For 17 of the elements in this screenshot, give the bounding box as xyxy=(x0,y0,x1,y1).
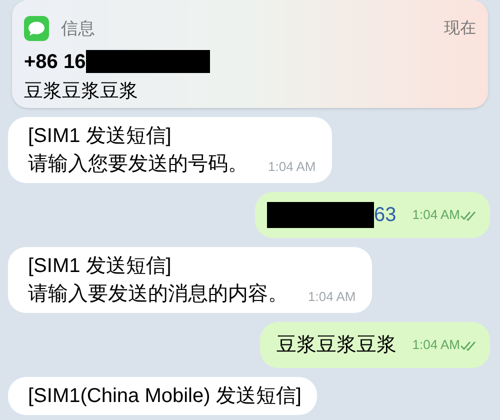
sender-number: +86 16 xyxy=(24,50,86,74)
phone-link[interactable]: 63 xyxy=(374,200,396,230)
message-text: [SIM1 发送短信] xyxy=(28,124,172,149)
message-time: 1:04 AM xyxy=(268,158,316,176)
messages-app-icon xyxy=(24,16,49,42)
message-text: [SIM1(China Mobile) 发送短信] xyxy=(28,384,302,409)
message-text: 请输入要发送的消息的内容。 xyxy=(28,282,288,307)
message-time: 1:04 AM xyxy=(308,288,356,306)
message-text: [SIM1 发送短信] xyxy=(28,254,172,279)
app-name: 信息 xyxy=(61,18,95,40)
message-time: 1:04 AM xyxy=(412,206,460,224)
notification-time: 现在 xyxy=(444,18,476,39)
message-text: 请输入您要发送的号码。 xyxy=(28,152,248,177)
message-text: 豆浆豆浆豆浆 xyxy=(276,333,396,358)
notification-card[interactable]: 信息 现在 +86 16 豆浆豆浆豆浆 xyxy=(12,0,488,108)
message-time: 1:04 AM xyxy=(412,336,460,354)
notification-body: 豆浆豆浆豆浆 xyxy=(24,80,139,104)
